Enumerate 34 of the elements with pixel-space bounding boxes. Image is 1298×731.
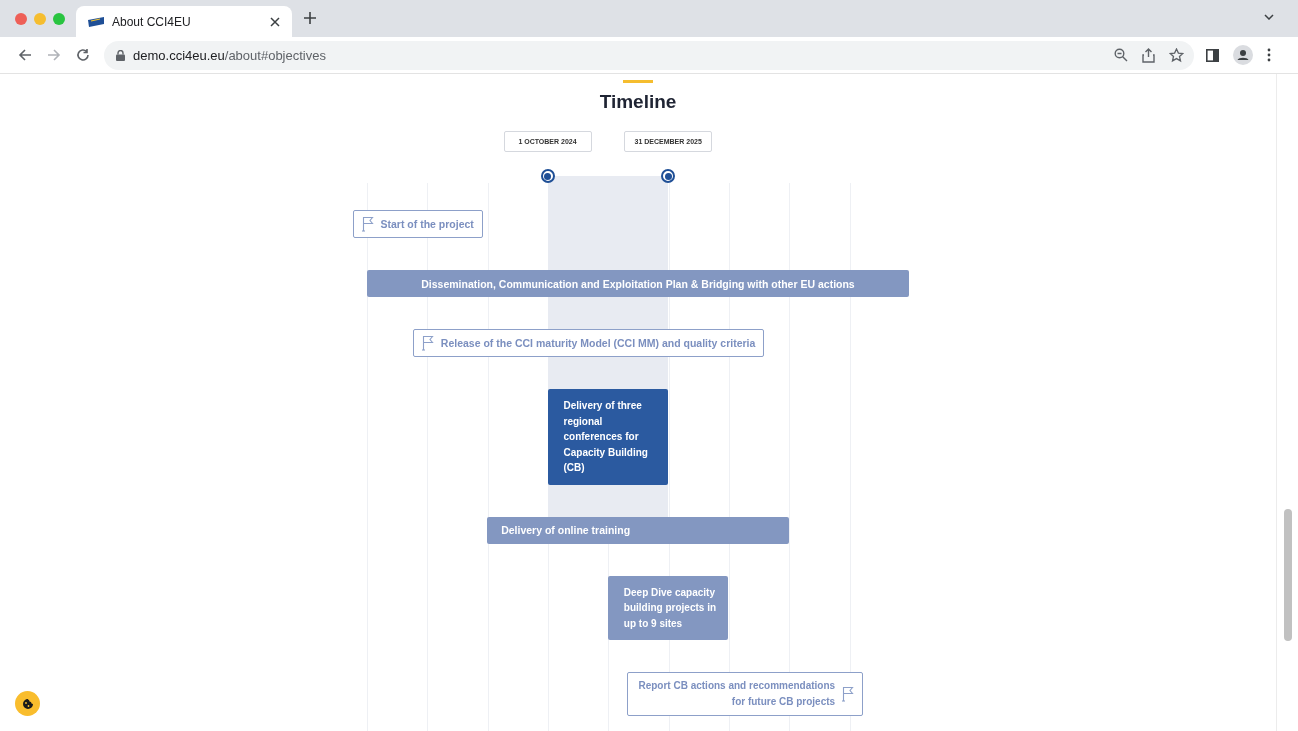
flag-icon xyxy=(361,216,374,232)
section-title: Timeline xyxy=(599,91,677,113)
milestone-text: Start of the project xyxy=(380,218,474,230)
activity-bar: Dissemination, Communication and Exploitation Plan & Bridging with other EU actions xyxy=(366,270,910,297)
address-bar[interactable]: demo.cci4eu.eu/about#objectives xyxy=(104,40,1194,70)
milestone-text: Release of the CCI maturity Model (CCI MM) and quality criteria xyxy=(440,337,756,349)
zoom-out-icon[interactable] xyxy=(1114,48,1128,62)
cookie-settings-button[interactable] xyxy=(15,691,40,716)
share-icon[interactable] xyxy=(1142,47,1155,63)
milestone-text: Report CB actions and recommendations for future CB projects xyxy=(637,679,836,709)
flag-icon xyxy=(421,335,434,351)
flag-icon xyxy=(842,686,855,702)
scrollbar-thumb[interactable] xyxy=(1283,509,1292,641)
profile-avatar-icon[interactable] xyxy=(1233,45,1253,65)
back-icon[interactable] xyxy=(18,48,32,62)
title-accent-line xyxy=(623,80,653,83)
side-panel-icon[interactable] xyxy=(1206,48,1219,62)
tab-search-chevron-icon[interactable] xyxy=(1264,14,1274,20)
new-tab-icon[interactable] xyxy=(304,12,316,24)
site-flag-icon xyxy=(88,16,104,27)
menu-icon[interactable] xyxy=(1267,48,1271,62)
date-marker-icon xyxy=(540,169,555,183)
lock-icon xyxy=(116,49,125,61)
url-text: demo.cci4eu.eu/about#objectives xyxy=(133,47,327,63)
close-window-button[interactable] xyxy=(15,13,27,25)
date-marker-icon xyxy=(661,169,676,183)
browser-tab[interactable]: About CCI4EU xyxy=(76,6,292,37)
cookie-icon xyxy=(21,697,34,710)
close-tab-icon[interactable] xyxy=(270,16,280,27)
reload-icon[interactable] xyxy=(76,48,90,62)
activity-bar: Delivery of online training xyxy=(487,516,789,544)
bookmark-star-icon[interactable] xyxy=(1169,47,1184,63)
activity-block: Delivery of three regional conferences for Capacity Building (CB) xyxy=(547,389,669,485)
activity-block: Deep Dive capacity building projects in up to 9 sites xyxy=(607,575,729,640)
